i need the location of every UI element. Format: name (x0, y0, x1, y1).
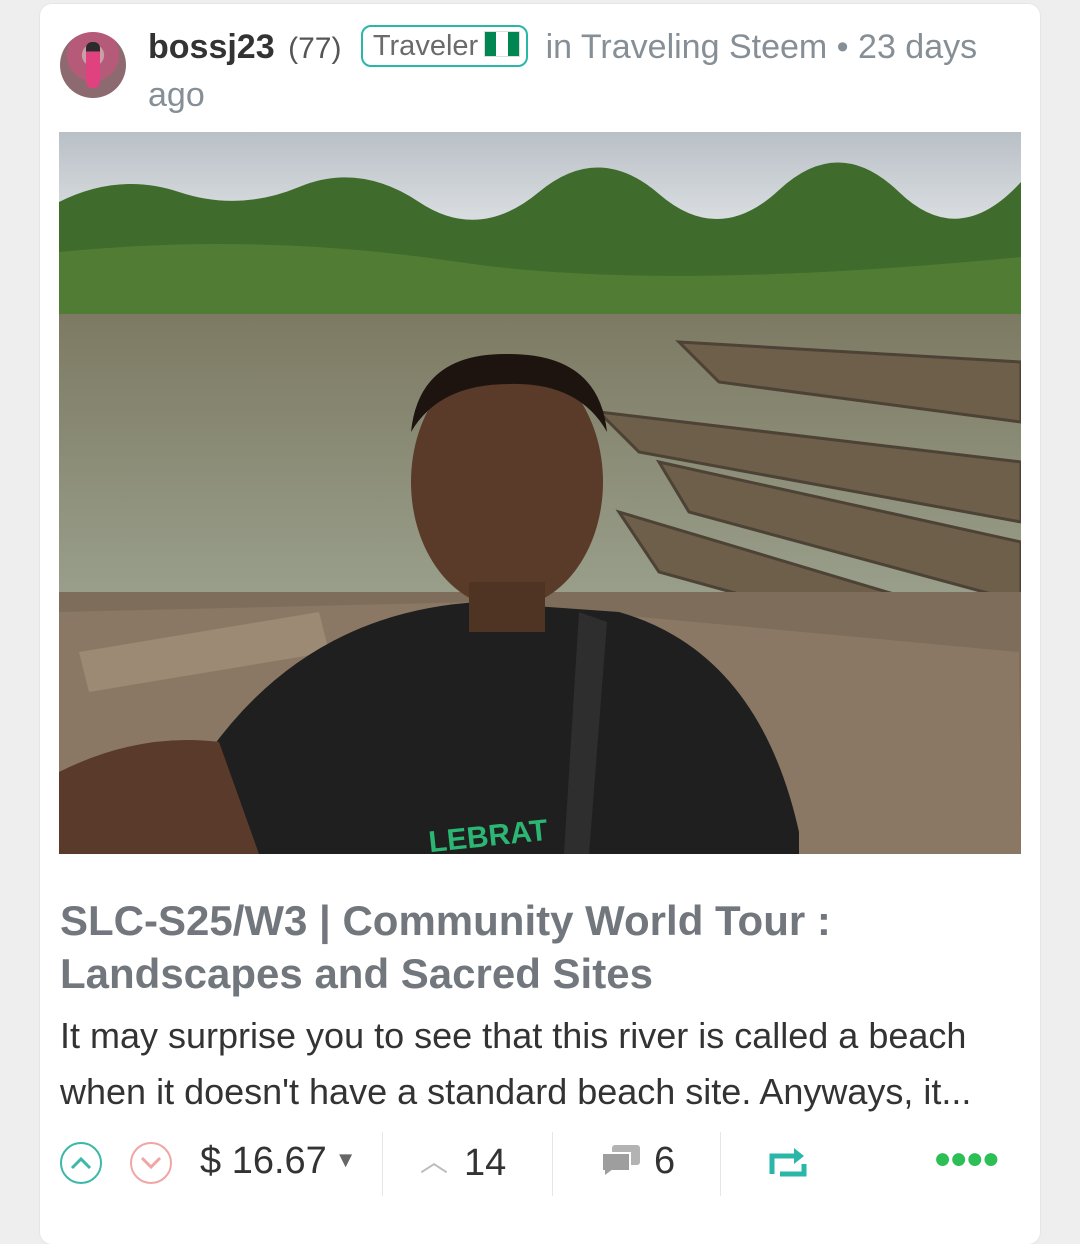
community-link[interactable]: in Traveling Steem (546, 28, 828, 66)
footer-divider (720, 1132, 721, 1196)
post-image[interactable]: LEBRAT (59, 132, 1021, 854)
payout-dropdown[interactable]: $ 16.67 ▼ (200, 1140, 357, 1183)
vote-count: 14 (464, 1142, 507, 1184)
post-header: bossj23 (77) Traveler in Traveling Steem… (60, 24, 1020, 120)
reblog-button[interactable] (768, 1144, 808, 1185)
post-excerpt[interactable]: It may surprise you to see that this riv… (60, 1008, 1010, 1120)
badge-label: Traveler (372, 30, 479, 62)
downvote-button[interactable] (130, 1142, 172, 1184)
avatar[interactable] (60, 32, 126, 98)
more-dots-icon: ●●●● (933, 1142, 1000, 1175)
caret-down-icon: ▼ (334, 1147, 357, 1172)
post-title[interactable]: SLC-S25/W3 | Community World Tour : Land… (60, 894, 1020, 1000)
vote-count-button[interactable]: ︿ 14 (420, 1140, 506, 1185)
comment-bubble-icon (601, 1145, 640, 1179)
payout-value: $ 16.67 (200, 1140, 327, 1182)
upvote-button[interactable] (60, 1142, 102, 1184)
comments-button[interactable]: 6 (600, 1140, 675, 1183)
post-footer: $ 16.67 ▼ ︿ 14 6 ●●●● (60, 1132, 1020, 1196)
chevron-up-icon (70, 1156, 92, 1170)
author-badge: Traveler (360, 25, 529, 67)
footer-divider (552, 1132, 553, 1196)
post-photo-illustration: LEBRAT (59, 132, 1021, 854)
chevron-up-icon: ︿ (420, 1146, 449, 1177)
post-card: bossj23 (77) Traveler in Traveling Steem… (40, 4, 1040, 1244)
nigeria-flag-icon (484, 31, 521, 57)
post-meta: bossj23 (77) Traveler in Traveling Steem… (148, 24, 1020, 118)
chevron-down-icon (140, 1156, 162, 1170)
more-options-button[interactable]: ●●●● (933, 1142, 1000, 1176)
reblog-icon (769, 1148, 807, 1177)
comment-count: 6 (654, 1140, 676, 1182)
footer-divider (382, 1132, 383, 1196)
meta-separator: • (836, 28, 849, 66)
author-reputation: (77) (288, 32, 342, 65)
author-name[interactable]: bossj23 (148, 28, 275, 66)
